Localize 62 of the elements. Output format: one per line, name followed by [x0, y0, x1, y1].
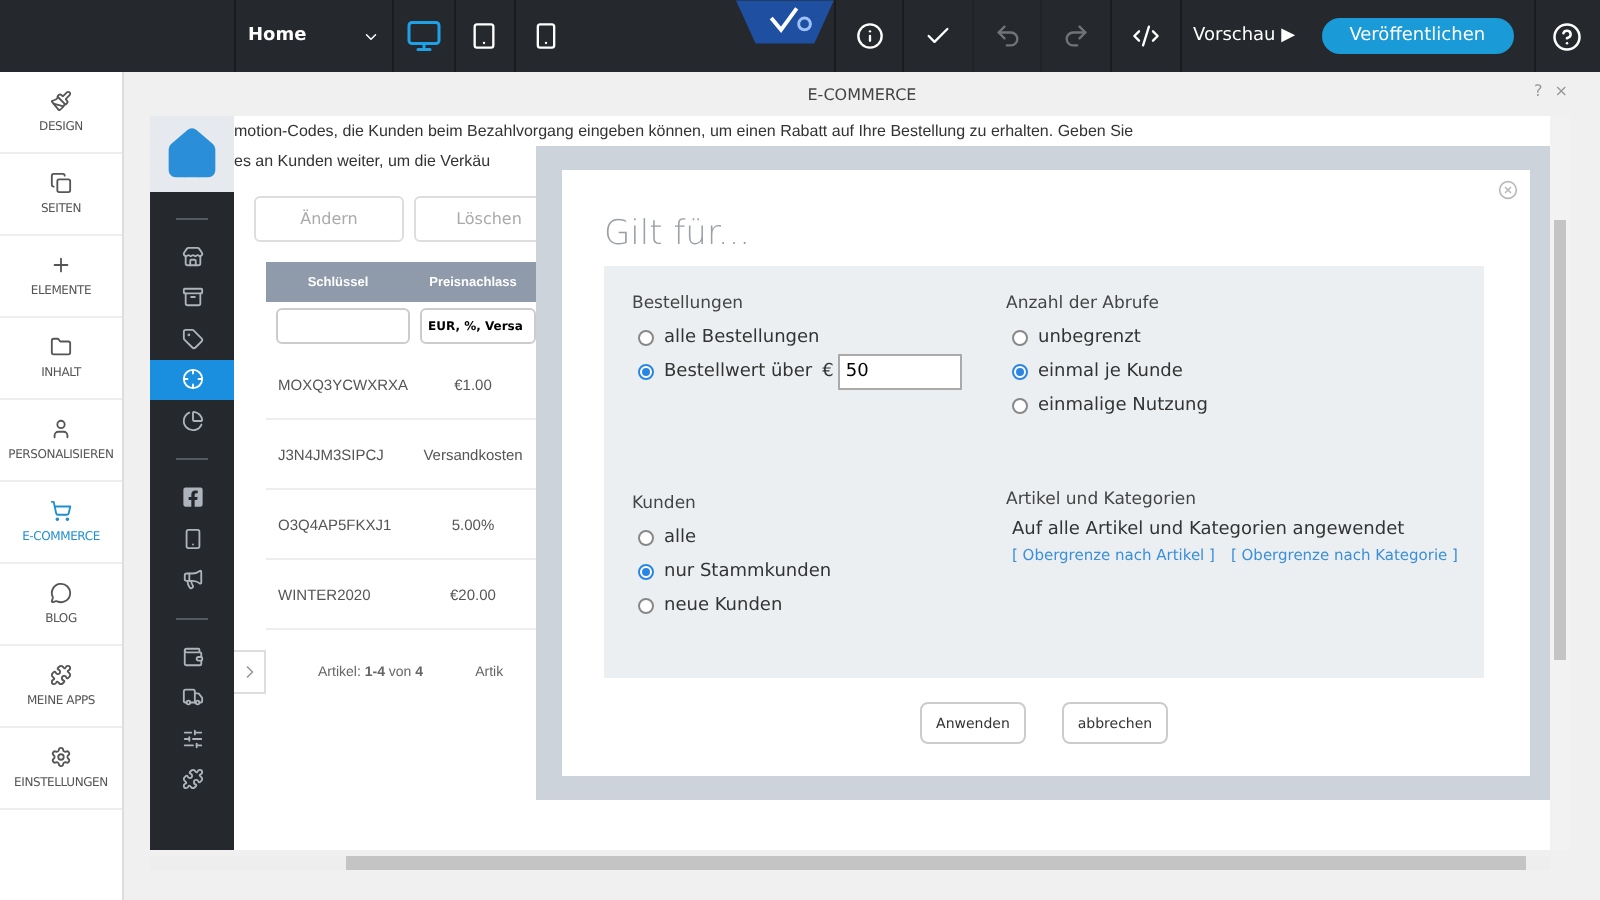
radio-button[interactable] [1012, 364, 1028, 380]
group-title: Kunden [632, 494, 698, 514]
chat-bubble-icon [50, 582, 72, 604]
brush-icon [50, 90, 72, 112]
group-title: Artikel und Kategorien [1006, 490, 1199, 510]
redo-icon [1062, 22, 1091, 50]
intro-text: es an Kunden weiter, um die Verkäu [234, 150, 493, 174]
puzzle-icon [50, 664, 72, 686]
undo-icon [993, 22, 1022, 50]
code-icon [1131, 22, 1160, 50]
intro-text: motion-Codes, die Kunden beim Bezahlvorgang eingeben können, um einen Rabatt auf Ihre Bestellung zu erhalten. Geben Sie [234, 120, 1136, 144]
radio-button[interactable] [638, 364, 654, 380]
home-icon [164, 126, 220, 182]
store-icon [181, 245, 203, 268]
close-icon [1498, 180, 1518, 200]
radio-button[interactable] [638, 598, 654, 614]
radio-button[interactable] [1012, 398, 1028, 414]
tag-icon [181, 327, 203, 350]
option-label: neue Kunden [664, 596, 783, 616]
truck-icon [181, 686, 203, 709]
settings-icon [50, 746, 72, 768]
option-label: nur Stammkunden [664, 562, 832, 582]
megaphone-icon [181, 568, 203, 591]
sliders-icon [181, 727, 203, 750]
option-label: alle Bestellungen [664, 328, 820, 348]
radio-button[interactable] [638, 330, 654, 346]
wallet-icon [181, 645, 203, 668]
amount-input[interactable]: 50 [837, 354, 962, 390]
monitor-icon [405, 16, 442, 56]
option-label: unbegrenzt [1038, 328, 1141, 348]
smartphone-icon [181, 527, 203, 550]
crosshair-icon [181, 368, 203, 391]
key-filter-field[interactable] [276, 308, 410, 344]
option-label: Bestellwert über [664, 362, 813, 382]
puzzle-icon [181, 768, 203, 791]
cart-icon [50, 500, 72, 522]
facebook-icon [181, 486, 203, 509]
tablet-icon [470, 22, 499, 50]
radio-button[interactable] [1012, 330, 1028, 346]
articles-text: Auf alle Artikel und Kategorien angewendet [1010, 520, 1407, 540]
currency-label: € [822, 362, 834, 382]
preview-button[interactable]: Vorschau ▶ [1179, 0, 1308, 72]
smartphone-icon [532, 22, 561, 50]
person-icon [50, 418, 72, 440]
radio-button[interactable] [638, 530, 654, 546]
pages-icon [50, 172, 72, 194]
folder-icon [50, 336, 72, 358]
option-label: alle [664, 528, 697, 548]
home-tile[interactable] [150, 116, 234, 192]
pie-chart-icon [181, 409, 203, 432]
archive-icon [181, 286, 203, 309]
radio-button[interactable] [638, 564, 654, 580]
option-label: einmal je Kunde [1038, 362, 1183, 382]
dialog-title: Gilt für... [604, 214, 753, 254]
plus-icon [50, 254, 72, 276]
option-label: einmalige Nutzung [1038, 396, 1208, 416]
rail-item[interactable] [150, 359, 234, 400]
help-icon[interactable] [1552, 21, 1583, 51]
info-icon [855, 22, 884, 50]
page-select[interactable]: Home [234, 0, 392, 72]
checkmark-search-logo [735, 0, 834, 44]
panel-title: E-COMMERCE [807, 85, 917, 103]
